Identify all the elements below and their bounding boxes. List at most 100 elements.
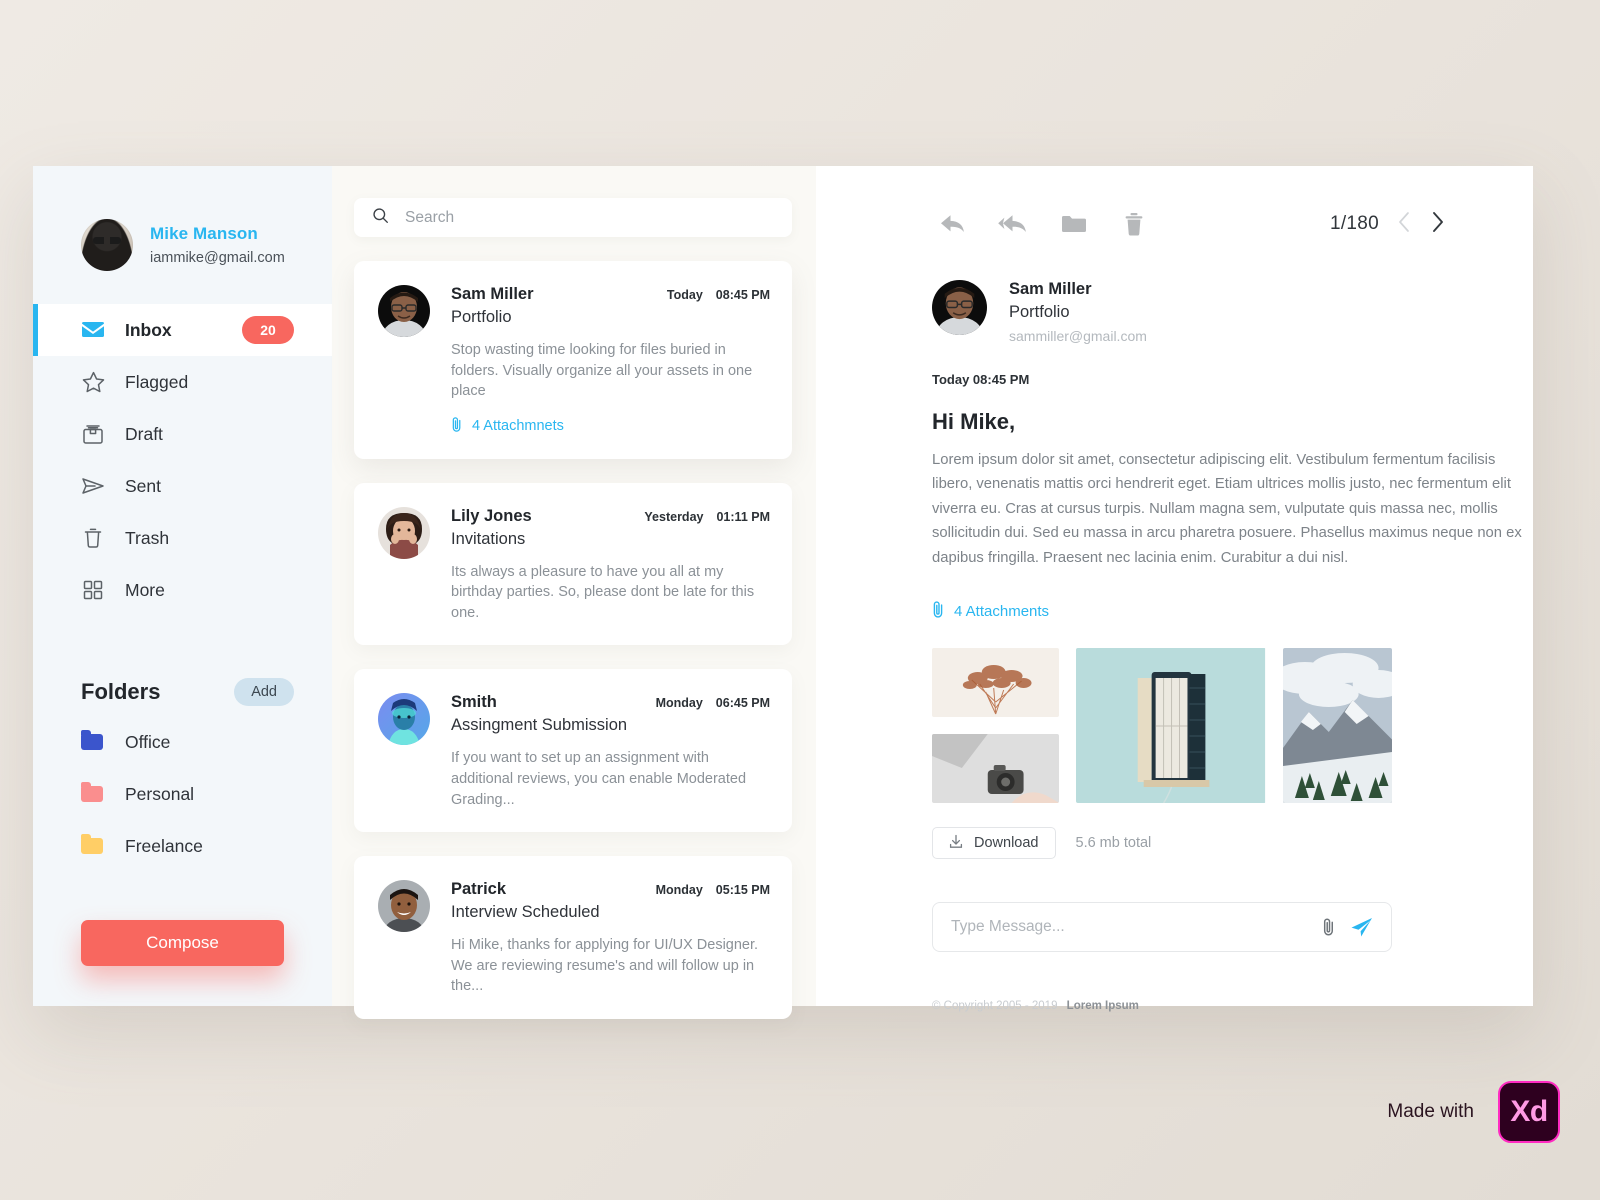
page-indicator: 1/180 (1329, 213, 1379, 234)
download-button[interactable]: Download (932, 827, 1056, 860)
reading-toolbar: 1/180 (816, 196, 1533, 252)
email-app-window: Mike Manson iammike@gmail.com Inbox 20 Fla… (33, 166, 1533, 1019)
mail-header: Sam Miller Portfolio sammiller@gmail.com (816, 252, 1533, 344)
prev-page-button[interactable] (1397, 210, 1412, 239)
download-label: Download (974, 835, 1039, 852)
folder-label: Personal (125, 783, 195, 804)
draft-icon (81, 422, 105, 446)
sidebar-item-more[interactable]: More (33, 564, 332, 616)
next-page-button[interactable] (1430, 210, 1445, 239)
folder-label: Freelance (125, 835, 203, 856)
add-folder-button[interactable]: Add (234, 678, 294, 706)
sidebar-item-label: Trash (125, 527, 170, 548)
avatar (378, 880, 430, 933)
folder-item-office[interactable]: Office (33, 716, 332, 768)
copyright-text: © Copyright 2005 - 2019 (932, 1000, 1058, 1013)
email-preview: If you want to set up an assignment with… (451, 750, 747, 808)
send-icon[interactable] (1350, 916, 1373, 938)
folder-icon[interactable] (1052, 204, 1096, 244)
email-time: 01:11 PM (716, 509, 770, 524)
email-subject: Portfolio (451, 308, 512, 326)
attachments-label[interactable]: 4 Attachments (932, 600, 1533, 623)
email-sender: Lily Jones (451, 506, 532, 525)
sidebar-item-label: Flagged (125, 371, 189, 392)
folders-title: Folders (81, 679, 161, 704)
email-time: 05:15 PM (715, 883, 770, 898)
compose-button[interactable]: Compose (81, 920, 284, 966)
footer-copyright: © Copyright 2005 - 2019 Lorem Ipsum (932, 1000, 1533, 1012)
email-day: Today (666, 288, 703, 302)
reply-all-icon[interactable] (992, 204, 1036, 244)
sidebar-item-flagged[interactable]: Flagged (33, 356, 332, 408)
attach-file-icon[interactable] (1322, 917, 1336, 937)
attachment-thumb-shuttered-window[interactable] (1076, 648, 1266, 804)
envelope-icon (81, 318, 105, 342)
sidebar-item-label: Inbox (125, 319, 172, 340)
email-list-item[interactable]: Patrick Monday 05:15 PM Interview Scheduled… (354, 856, 792, 1019)
attachments-count: 4 Attachments (954, 603, 1050, 621)
profile-email: iammike@gmail.com (150, 250, 285, 267)
attachment-thumb-snowy-mountain[interactable] (1282, 648, 1392, 804)
folder-item-freelance[interactable]: Freelance (33, 820, 332, 872)
sender-email: sammiller@gmail.com (1009, 328, 1147, 344)
footer-brand: Lorem Ipsum (1066, 1000, 1139, 1013)
attachment-size: 5.6 mb total (1075, 835, 1152, 852)
sender-name: Sam Miller (1009, 280, 1092, 298)
email-list-item[interactable]: Lily Jones Yesterday 01:11 PM Invitations It… (354, 482, 792, 646)
search-input[interactable] (405, 208, 774, 227)
trash-icon (81, 526, 105, 550)
sidebar-item-inbox[interactable]: Inbox 20 (33, 304, 332, 356)
email-list-panel: Sam Miller Today 08:45 PM Portfolio Stop was… (332, 166, 816, 1019)
email-preview: Hi Mike, thanks for applying for UI/UX D… (451, 937, 759, 995)
send-icon (81, 474, 105, 498)
email-attachments[interactable]: 4 Attachmnets (451, 416, 770, 437)
sidebar-item-draft[interactable]: Draft (33, 408, 332, 460)
email-subject: Interview Scheduled (451, 903, 600, 922)
profile-name: Mike Manson (150, 223, 258, 243)
reading-pane: 1/180 Sam Miller Portfolio sammiller@gma… (816, 166, 1533, 1012)
avatar (378, 285, 430, 337)
trash-icon[interactable] (1112, 204, 1156, 244)
email-list-item[interactable]: Sam Miller Today 08:45 PM Portfolio Stop was… (354, 261, 792, 459)
sender-subject: Portfolio (1009, 303, 1070, 321)
email-preview: Its always a pleasure to have you all at… (451, 563, 755, 621)
email-preview: Stop wasting time looking for files buri… (451, 342, 753, 400)
sidebar-nav: Inbox 20 Flagged Draft Sent Trash More (33, 304, 332, 616)
folder-list: Office Personal Freelance (33, 716, 332, 872)
made-with-label: Made with (1387, 1101, 1474, 1122)
mail-greeting: Hi Mike, (932, 409, 1016, 434)
attachment-grid (932, 648, 1392, 804)
email-time: 06:45 PM (715, 696, 770, 711)
folder-icon (81, 782, 103, 802)
email-subject: Invitations (451, 529, 526, 548)
email-list-item[interactable]: Smith Monday 06:45 PM Assingment Submission… (354, 669, 792, 833)
reply-icon[interactable] (932, 204, 976, 244)
sidebar-item-sent[interactable]: Sent (33, 460, 332, 512)
folder-icon (81, 730, 103, 750)
message-input[interactable] (951, 918, 1308, 937)
mail-timestamp: Today 08:45 PM (932, 372, 1030, 387)
grid-icon (81, 578, 105, 602)
folder-label: Office (125, 731, 171, 752)
sidebar-item-trash[interactable]: Trash (33, 512, 332, 564)
message-composer[interactable] (932, 902, 1392, 953)
made-with-xd-watermark: Made with Xd (1387, 1081, 1560, 1143)
folder-item-personal[interactable]: Personal (33, 768, 332, 820)
attachment-thumb-camera-in-hand[interactable] (932, 734, 1060, 804)
email-subject: Assingment Submission (451, 716, 628, 735)
email-time: 08:45 PM (715, 288, 770, 302)
search-bar[interactable] (354, 198, 792, 237)
email-day: Monday (655, 696, 703, 711)
paperclip-icon (451, 416, 463, 437)
search-icon (372, 207, 389, 229)
folder-icon (81, 834, 103, 854)
download-row: Download 5.6 mb total (932, 827, 1533, 860)
avatar (378, 693, 430, 746)
sidebar-item-label: More (125, 579, 165, 600)
star-icon (81, 370, 105, 394)
attachment-thumb-dried-flowers[interactable] (932, 648, 1060, 718)
user-profile[interactable]: Mike Manson iammike@gmail.com (33, 166, 332, 288)
mail-body-text: Lorem ipsum dolor sit amet, consectetur … (932, 452, 1522, 566)
email-list: Sam Miller Today 08:45 PM Portfolio Stop was… (354, 261, 792, 1019)
unread-badge: 20 (242, 316, 294, 344)
